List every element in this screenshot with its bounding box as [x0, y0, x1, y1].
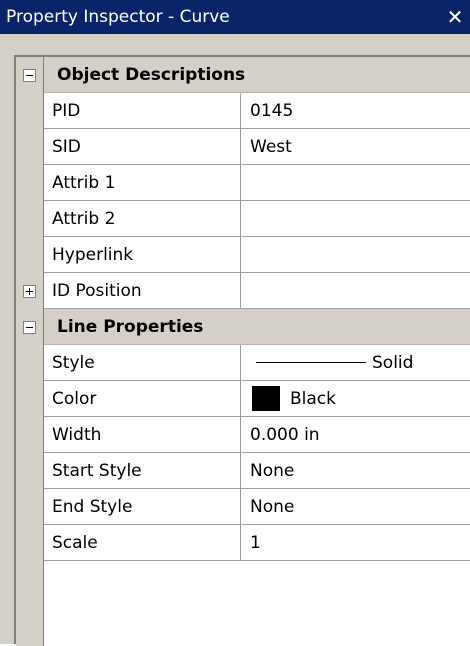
property-row-attrib-2[interactable]: Attrib 2 [16, 201, 470, 237]
solid-line-icon [256, 362, 366, 363]
property-name: Attrib 2 [44, 201, 241, 237]
property-name: Color [44, 381, 241, 417]
row-gutter [16, 129, 44, 165]
property-name: Scale [44, 525, 241, 561]
row-gutter [16, 417, 44, 453]
property-value-id-position[interactable] [241, 273, 470, 309]
property-row-attrib-1[interactable]: Attrib 1 [16, 165, 470, 201]
property-row-pid[interactable]: PID 0145 [16, 93, 470, 129]
row-gutter [16, 453, 44, 489]
row-gutter [16, 93, 44, 129]
property-name: PID [44, 93, 241, 129]
property-name: Width [44, 417, 241, 453]
category-row-object-descriptions[interactable]: Object Descriptions [16, 57, 470, 93]
property-value-attrib-2[interactable] [241, 201, 470, 237]
property-row-width[interactable]: Width 0.000 in [16, 417, 470, 453]
row-gutter [16, 165, 44, 201]
row-gutter [16, 525, 44, 561]
property-value-style[interactable]: Solid [241, 345, 470, 381]
property-value-pid[interactable]: 0145 [241, 93, 470, 129]
property-row-sid[interactable]: SID West [16, 129, 470, 165]
property-row-scale[interactable]: Scale 1 [16, 525, 470, 561]
row-gutter [16, 237, 44, 273]
category-label: Object Descriptions [44, 57, 470, 93]
color-value-label: Black [290, 388, 336, 409]
property-row-hyperlink[interactable]: Hyperlink [16, 237, 470, 273]
row-gutter [16, 381, 44, 417]
property-name: Start Style [44, 453, 241, 489]
row-gutter [16, 309, 44, 345]
category-label: Line Properties [44, 309, 470, 345]
style-value-label: Solid [372, 352, 414, 373]
collapse-icon[interactable] [23, 320, 36, 334]
property-name: ID Position [44, 273, 241, 309]
property-name: Attrib 1 [44, 165, 241, 201]
property-value-start-style[interactable]: None [241, 453, 470, 489]
property-name: End Style [44, 489, 241, 525]
row-gutter [16, 273, 44, 309]
gutter-filler [16, 561, 44, 646]
property-row-end-style[interactable]: End Style None [16, 489, 470, 525]
property-name: SID [44, 129, 241, 165]
title-bar[interactable]: Property Inspector - Curve ✕ [0, 0, 470, 34]
property-value-color[interactable]: Black [241, 381, 470, 417]
expand-icon[interactable] [23, 284, 36, 298]
category-row-line-properties[interactable]: Line Properties [16, 309, 470, 345]
property-value-attrib-1[interactable] [241, 165, 470, 201]
property-grid: Object Descriptions PID 0145 SID West At… [14, 55, 470, 646]
property-row-start-style[interactable]: Start Style None [16, 453, 470, 489]
property-value-width[interactable]: 0.000 in [241, 417, 470, 453]
row-gutter [16, 201, 44, 237]
property-value-sid[interactable]: West [241, 129, 470, 165]
property-value-end-style[interactable]: None [241, 489, 470, 525]
property-value-hyperlink[interactable] [241, 237, 470, 273]
row-gutter [16, 345, 44, 381]
property-row-style[interactable]: Style Solid [16, 345, 470, 381]
window-title: Property Inspector - Curve [6, 7, 230, 27]
row-gutter [16, 57, 44, 93]
property-name: Style [44, 345, 241, 381]
property-name: Hyperlink [44, 237, 241, 273]
row-gutter [16, 489, 44, 525]
property-row-color[interactable]: Color Black [16, 381, 470, 417]
property-value-scale[interactable]: 1 [241, 525, 470, 561]
close-icon[interactable]: ✕ [440, 0, 470, 34]
color-swatch-icon [252, 386, 280, 411]
property-inspector-window: Property Inspector - Curve ✕ Object Desc… [0, 0, 470, 646]
collapse-icon[interactable] [23, 68, 36, 82]
property-row-id-position[interactable]: ID Position [16, 273, 470, 309]
